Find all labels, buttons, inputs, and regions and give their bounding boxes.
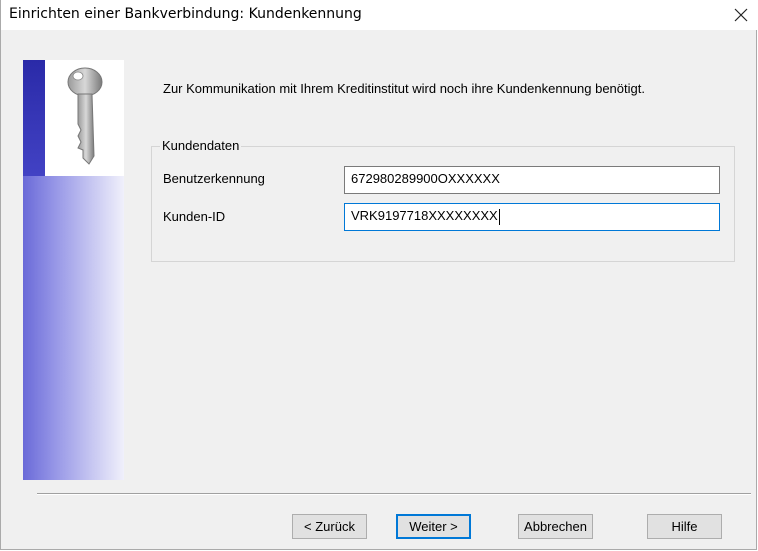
user-id-label: Benutzerkennung [163, 171, 265, 186]
back-button[interactable]: < Zurück [292, 514, 367, 539]
customer-id-label: Kunden-ID [163, 209, 226, 224]
close-button[interactable] [723, 0, 758, 30]
key-icon [67, 67, 103, 165]
help-button[interactable]: Hilfe [647, 514, 722, 539]
group-title: Kundendaten [160, 138, 242, 153]
user-id-input[interactable]: 672980289900OXXXXXX [344, 166, 720, 194]
key-panel [45, 60, 124, 176]
intro-text: Zur Kommunikation mit Ihrem Kreditinstit… [163, 81, 645, 96]
text-caret [498, 208, 500, 225]
footer-separator [37, 493, 751, 495]
customer-id-input[interactable]: VRK9197718XXXXXXXX [344, 203, 720, 231]
next-button[interactable]: Weiter > [396, 514, 471, 539]
customer-id-value: VRK9197718XXXXXXXX [351, 208, 498, 223]
cancel-button[interactable]: Abbrechen [518, 514, 593, 539]
close-icon [734, 8, 748, 22]
wizard-side-image [23, 60, 124, 480]
dialog-window: Einrichten einer Bankverbindung: Kundenk… [0, 0, 758, 550]
window-title: Einrichten einer Bankverbindung: Kundenk… [9, 6, 362, 22]
user-id-value: 672980289900OXXXXXX [351, 171, 500, 186]
title-bar: Einrichten einer Bankverbindung: Kundenk… [1, 0, 758, 30]
